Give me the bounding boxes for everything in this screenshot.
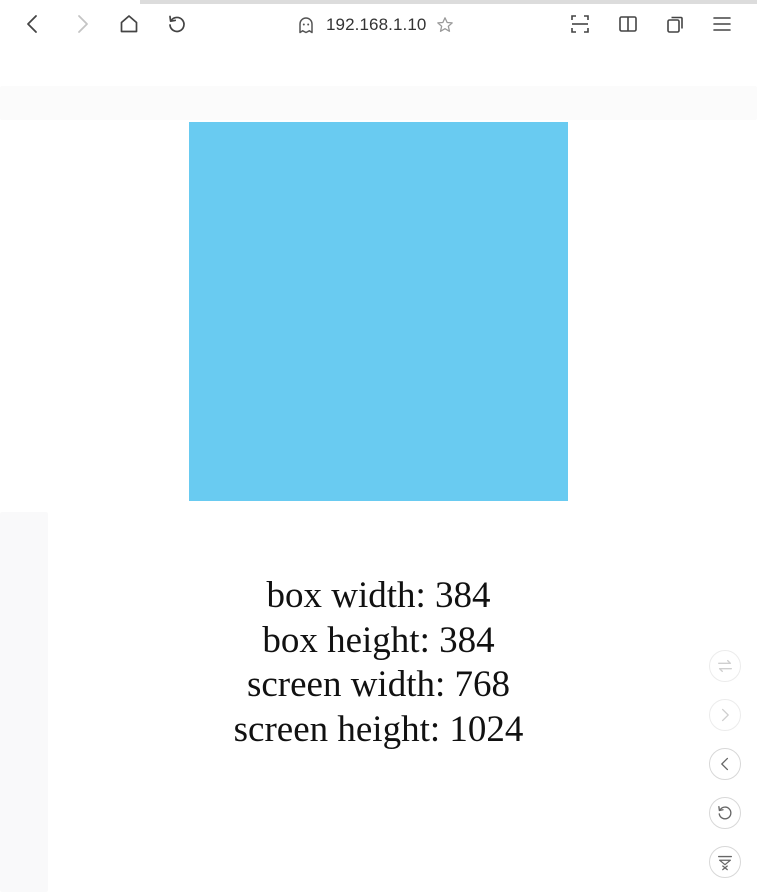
back-icon[interactable] bbox=[709, 748, 741, 780]
box-height-text: box height: 384 bbox=[262, 619, 495, 661]
swap-icon[interactable] bbox=[709, 650, 741, 682]
forward-arrow-icon[interactable] bbox=[68, 10, 96, 38]
browser-window: 192.168.1.10 box width: 384 box height: … bbox=[0, 0, 757, 892]
address-bar[interactable]: 192.168.1.10 bbox=[296, 10, 454, 40]
page-load-progress-fill bbox=[140, 0, 757, 4]
book-icon[interactable] bbox=[614, 10, 642, 38]
screen-height-text: screen height: 1024 bbox=[233, 708, 524, 750]
dimensions-readout: box width: 384 box height: 384 screen wi… bbox=[0, 574, 757, 752]
reload-icon[interactable] bbox=[163, 10, 191, 38]
faded-background-strip bbox=[0, 86, 757, 120]
screen-width-text: screen width: 768 bbox=[246, 664, 511, 705]
tabs-icon[interactable] bbox=[661, 10, 689, 38]
ghost-icon[interactable] bbox=[296, 15, 316, 35]
back-arrow-icon[interactable] bbox=[19, 10, 47, 38]
forward-icon[interactable] bbox=[709, 699, 741, 731]
refresh-icon[interactable] bbox=[709, 797, 741, 829]
home-icon[interactable] bbox=[115, 10, 143, 38]
box-width-text: box width: 384 bbox=[266, 575, 491, 616]
url-text[interactable]: 192.168.1.10 bbox=[326, 15, 426, 35]
blue-box bbox=[189, 122, 568, 501]
web-page-content: box width: 384 box height: 384 screen wi… bbox=[0, 46, 757, 892]
star-icon[interactable] bbox=[436, 16, 454, 34]
menu-icon[interactable] bbox=[708, 10, 736, 38]
collapse-toolbar-icon[interactable] bbox=[709, 846, 741, 878]
scan-icon[interactable] bbox=[566, 10, 594, 38]
browser-toolbar: 192.168.1.10 bbox=[0, 0, 757, 47]
page-load-progress bbox=[0, 0, 757, 4]
